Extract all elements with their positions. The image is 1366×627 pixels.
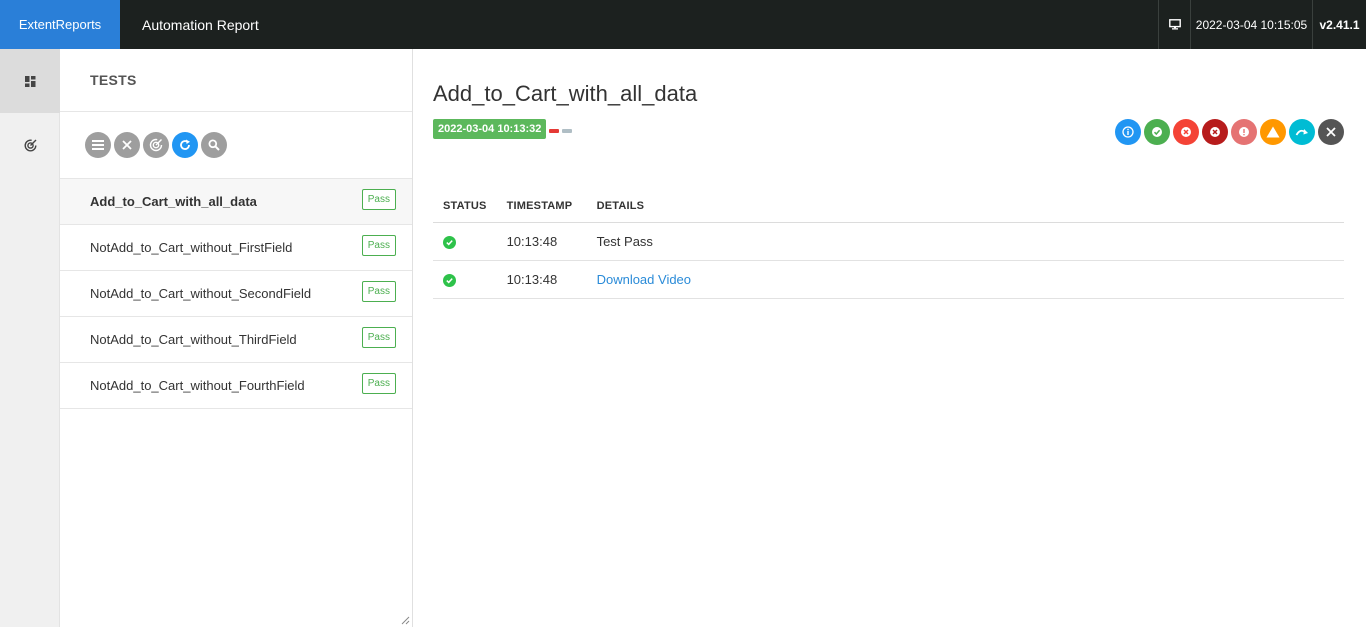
refresh-button[interactable] <box>172 132 198 158</box>
test-list-item-name: NotAdd_to_Cart_without_FourthField <box>90 378 305 393</box>
test-list-item[interactable]: NotAdd_to_Cart_without_FirstField Pass <box>60 225 412 271</box>
info-icon <box>1122 126 1134 138</box>
log-status-cell <box>433 222 497 261</box>
top-bar-right: 2022-03-04 10:15:05 v2.41.1 <box>1158 0 1366 49</box>
tests-panel: TESTS Add_to_Cart_with_all_data Pass Not… <box>60 49 413 627</box>
analytics-icon <box>23 138 37 152</box>
clear-filter-button[interactable] <box>114 132 140 158</box>
top-bar: ExtentReports Automation Report 2022-03-… <box>0 0 1366 49</box>
monitor-icon <box>1168 19 1181 30</box>
test-detail: Add_to_Cart_with_all_data 2022-03-04 10:… <box>413 49 1366 627</box>
download-video-link[interactable]: Download Video <box>597 272 691 287</box>
tests-toolbar <box>60 112 412 178</box>
fail-indicator <box>549 129 559 133</box>
monitor-button[interactable] <box>1158 0 1190 49</box>
test-list-item[interactable]: NotAdd_to_Cart_without_SecondField Pass <box>60 271 412 317</box>
start-time-badge: 2022-03-04 10:13:32 <box>433 119 547 139</box>
fail-circle-icon <box>1181 127 1191 137</box>
filter-fatal-button[interactable] <box>1202 119 1228 145</box>
nav-item-tests[interactable] <box>0 49 60 113</box>
test-title: Add_to_Cart_with_all_data <box>433 81 698 106</box>
report-name: Automation Report <box>142 16 259 33</box>
warning-icon <box>1266 126 1280 138</box>
test-list-item-name: NotAdd_to_Cart_without_SecondField <box>90 286 312 301</box>
status-badge: Pass <box>361 373 396 394</box>
test-list: Add_to_Cart_with_all_data Pass NotAdd_to… <box>60 178 412 409</box>
table-row: 10:13:48 Download Video <box>433 260 1344 299</box>
filter-pass-button[interactable] <box>1144 119 1170 145</box>
filter-warning-button[interactable] <box>1260 119 1286 145</box>
close-icon <box>1326 127 1336 137</box>
log-status-filters <box>1115 119 1344 145</box>
radar-icon <box>149 138 163 152</box>
error-circle-icon <box>1239 127 1249 137</box>
tests-panel-title: TESTS <box>60 49 412 112</box>
log-status-cell <box>433 260 497 299</box>
table-row: 10:13:48 Test Pass <box>433 222 1344 261</box>
status-badge: Pass <box>361 235 396 256</box>
filter-fail-button[interactable] <box>1173 119 1199 145</box>
status-badge: Pass <box>361 281 396 302</box>
column-header-details: DETAILS <box>586 194 1344 223</box>
filter-info-button[interactable] <box>1115 119 1141 145</box>
search-button[interactable] <box>201 132 227 158</box>
report-datetime: 2022-03-04 10:15:05 <box>1190 0 1312 49</box>
close-icon <box>122 140 132 150</box>
status-badge: Pass <box>361 189 396 210</box>
log-table: STATUS TIMESTAMP DETAILS 10:13:48 Test P… <box>433 194 1344 299</box>
log-timestamp: 10:13:48 <box>496 260 587 299</box>
pass-check-icon <box>443 274 456 288</box>
left-nav <box>0 49 60 627</box>
search-icon <box>208 139 220 151</box>
log-timestamp: 10:13:48 <box>496 222 587 261</box>
test-list-item-name: NotAdd_to_Cart_without_ThirdField <box>90 332 297 347</box>
check-circle-icon <box>1152 127 1162 137</box>
status-filter-button[interactable] <box>85 132 111 158</box>
filter-clear-button[interactable] <box>1318 119 1344 145</box>
brand-logo[interactable]: ExtentReports <box>0 0 120 49</box>
test-list-item-name: Add_to_Cart_with_all_data <box>90 194 257 209</box>
nav-item-dashboard[interactable] <box>0 113 60 177</box>
skip-arrow-icon <box>1295 129 1308 136</box>
filter-error-button[interactable] <box>1231 119 1257 145</box>
category-filter-button[interactable] <box>143 132 169 158</box>
test-list-item[interactable]: NotAdd_to_Cart_without_FourthField Pass <box>60 363 412 409</box>
status-badge: Pass <box>361 327 396 348</box>
dashboard-icon <box>24 75 35 87</box>
refresh-icon <box>180 139 190 150</box>
skip-indicator <box>562 129 572 133</box>
version-label: v2.41.1 <box>1312 0 1366 49</box>
log-details-cell: Download Video <box>586 260 1344 299</box>
fatal-circle-icon <box>1210 127 1220 137</box>
list-icon <box>92 140 104 150</box>
test-list-item-name: NotAdd_to_Cart_without_FirstField <box>90 240 293 255</box>
log-details: Test Pass <box>586 222 1344 261</box>
resize-handle-icon[interactable] <box>400 615 410 625</box>
test-list-item[interactable]: Add_to_Cart_with_all_data Pass <box>60 179 412 225</box>
pass-check-icon <box>443 236 456 250</box>
log-table-header: STATUS TIMESTAMP DETAILS <box>433 194 1344 223</box>
column-header-status: STATUS <box>433 194 497 223</box>
column-header-timestamp: TIMESTAMP <box>496 194 587 223</box>
filter-skip-button[interactable] <box>1289 119 1315 145</box>
test-list-item[interactable]: NotAdd_to_Cart_without_ThirdField Pass <box>60 317 412 363</box>
